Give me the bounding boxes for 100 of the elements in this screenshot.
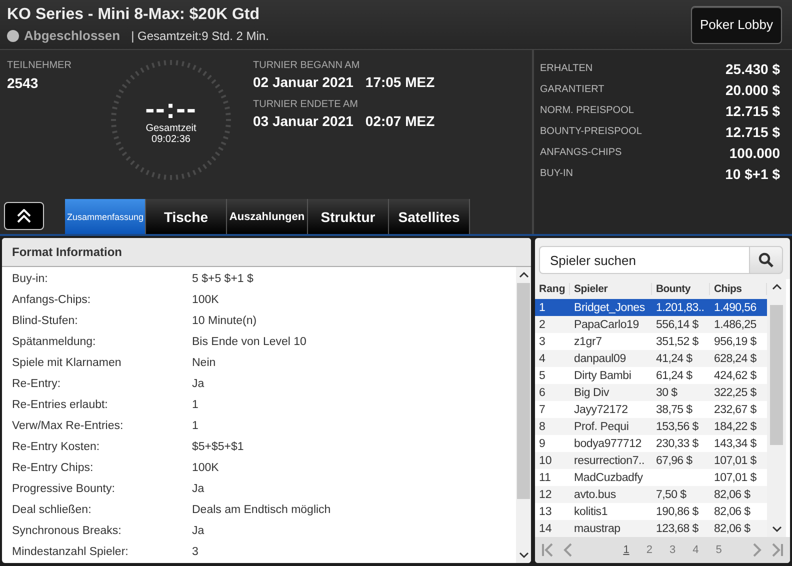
table-cell-text: 956,19 $ <box>713 336 758 348</box>
format-value: 3 <box>192 546 198 558</box>
page-link[interactable]: 1 <box>623 544 630 556</box>
format-value: 100K <box>192 294 219 306</box>
status-dot-icon <box>7 30 19 42</box>
poker-lobby-button[interactable]: Poker Lobby <box>691 6 782 44</box>
table-cell-text: 232,67 $ <box>713 404 758 416</box>
table-cell-text: 13 <box>538 506 553 518</box>
table-cell-text: 5 <box>538 370 546 382</box>
player-row[interactable]: 4 danpaul09 41,24 $ 628,24 $ <box>535 350 767 367</box>
prize-label: ERHALTEN <box>540 63 593 74</box>
scroll-up-icon[interactable] <box>772 283 782 291</box>
format-label: Anfangs-Chips: <box>12 294 92 306</box>
table-cell-text: 4 <box>538 352 546 364</box>
player-row[interactable]: 12 avto.bus 7,50 $ 82,06 $ <box>535 486 767 503</box>
prize-value: 100.000 <box>729 144 780 160</box>
table-cell-text: 1.486,25 <box>713 318 758 330</box>
date-value: 03 Januar 2021 <box>253 113 354 129</box>
format-value: Bis Ende von Level 10 <box>192 336 306 348</box>
table-cell-text: z1gr7 <box>573 336 603 348</box>
tab[interactable]: Zusammenfassung <box>65 199 146 234</box>
column-header[interactable]: Spieler <box>570 283 652 295</box>
table-cell-text: Dirty Bambi <box>573 370 632 382</box>
format-value: Ja <box>192 524 204 536</box>
format-label: Blind-Stufen: <box>12 314 79 326</box>
format-value: 1 <box>192 398 198 410</box>
table-cell-text: 556,14 $ <box>655 318 700 330</box>
format-label: Re-Entry Kosten: <box>12 440 101 452</box>
scroll-up-icon[interactable] <box>518 271 528 279</box>
format-label: Verw/Max Re-Entries: <box>12 420 124 432</box>
table-cell-text: maustrap <box>573 522 622 534</box>
table-cell-text: 1.490,56 <box>713 302 758 314</box>
tab[interactable]: Struktur <box>308 199 389 234</box>
clock-display: --:-- <box>145 95 197 123</box>
player-row[interactable]: 6 Big Div 30 $ 322,25 $ <box>535 384 767 401</box>
dotted-ring-icon <box>109 58 233 182</box>
time-value: 17:05 MEZ <box>365 74 435 90</box>
clock-label: Gesamtzeit <box>146 123 196 134</box>
table-cell-text: 61,24 $ <box>655 370 694 382</box>
prize-label: NORM. PREISPOOL <box>540 105 634 116</box>
format-label: Re-Entry: <box>12 378 62 390</box>
player-search-field[interactable]: Spieler suchen <box>539 246 749 274</box>
format-value: Deals am Endtisch möglich <box>192 504 331 516</box>
player-row[interactable]: 1 Bridget_Jones 1.201,83.. 1.490,56 <box>535 299 767 316</box>
table-cell-text: 8 <box>538 420 546 432</box>
format-label: Synchronous Breaks: <box>12 524 122 536</box>
format-value: Ja <box>192 378 204 390</box>
player-row[interactable]: 8 Prof. Pequi 153,56 $ 184,22 $ <box>535 418 767 435</box>
format-label: Mindestanzahl Spieler: <box>12 546 130 558</box>
collapse-button[interactable] <box>4 202 44 230</box>
scroll-down-icon[interactable] <box>772 525 782 533</box>
player-row[interactable]: 10 resurrection7.. 67,96 $ 107,01 $ <box>535 452 767 469</box>
status-label: Abgeschlossen <box>24 28 120 43</box>
table-cell-text: 2 <box>538 318 546 330</box>
format-label: Re-Entry Chips: <box>12 462 94 474</box>
scroll-down-icon[interactable] <box>518 551 528 559</box>
date-label: TURNIER ENDETE AM <box>253 99 360 110</box>
table-cell-text: 143,34 $ <box>713 438 758 450</box>
scrollbar[interactable] <box>767 279 786 537</box>
tab[interactable]: Satellites <box>389 199 470 234</box>
player-row[interactable]: 14 maustrap 123,68 $ 82,06 $ <box>535 520 767 537</box>
format-label: Progressive Bounty: <box>12 482 116 494</box>
table-cell-text: Big Div <box>573 386 610 398</box>
player-row[interactable]: 2 PapaCarlo19 556,14 $ 1.486,25 <box>535 316 767 333</box>
search-button[interactable] <box>749 246 783 274</box>
table-cell-text: 190,86 $ <box>655 506 700 518</box>
tournament-title: KO Series - Mini 8-Max: $20K Gtd <box>7 6 261 24</box>
table-cell-text: kolitis1 <box>573 506 609 518</box>
prize-value: 20.000 $ <box>726 82 780 98</box>
prize-label: BOUNTY-PREISPOOL <box>540 126 642 137</box>
date-value: 02 Januar 2021 <box>253 74 354 90</box>
scrollbar[interactable] <box>516 267 531 563</box>
table-cell-text: bodya977712 <box>573 438 643 450</box>
prize-value: 10 $+1 $ <box>725 166 780 182</box>
format-value: 1 <box>192 420 198 432</box>
date-label: TURNIER BEGANN AM <box>253 60 361 71</box>
table-cell-text: 41,24 $ <box>655 352 694 364</box>
table-cell-text: Bridget_Jones <box>573 302 646 314</box>
format-label: Spiele mit Klarnamen <box>12 356 122 368</box>
column-header[interactable]: Rang <box>535 283 570 295</box>
prize-label: GARANTIERT <box>540 84 604 95</box>
tab[interactable]: Tische <box>146 199 227 234</box>
double-chevron-up-icon <box>16 209 32 223</box>
table-cell-text: 230,33 $ <box>655 438 700 450</box>
search-icon <box>758 252 774 268</box>
table-cell-text: 322,25 $ <box>713 386 758 398</box>
table-cell-text: 184,22 $ <box>713 420 758 432</box>
prize-value: 25.430 $ <box>726 60 780 76</box>
clock-time: 09:02:36 <box>152 134 190 145</box>
tab[interactable]: Auszahlungen <box>227 199 308 234</box>
participants-label: TEILNEHMER <box>7 60 72 71</box>
format-label: Buy-in: <box>12 272 49 284</box>
prize-label: BUY-IN <box>540 168 573 179</box>
table-cell-text: avto.bus <box>573 488 617 500</box>
duration-text: | Gesamtzeit:9 Std. 2 Min. <box>131 28 269 42</box>
table-cell-text: 38,75 $ <box>655 404 694 416</box>
table-cell-text: 7,50 $ <box>655 488 688 500</box>
table-cell-text: 628,24 $ <box>713 352 758 364</box>
column-header[interactable]: Bounty <box>652 283 710 295</box>
format-title: Format Information <box>12 245 122 259</box>
